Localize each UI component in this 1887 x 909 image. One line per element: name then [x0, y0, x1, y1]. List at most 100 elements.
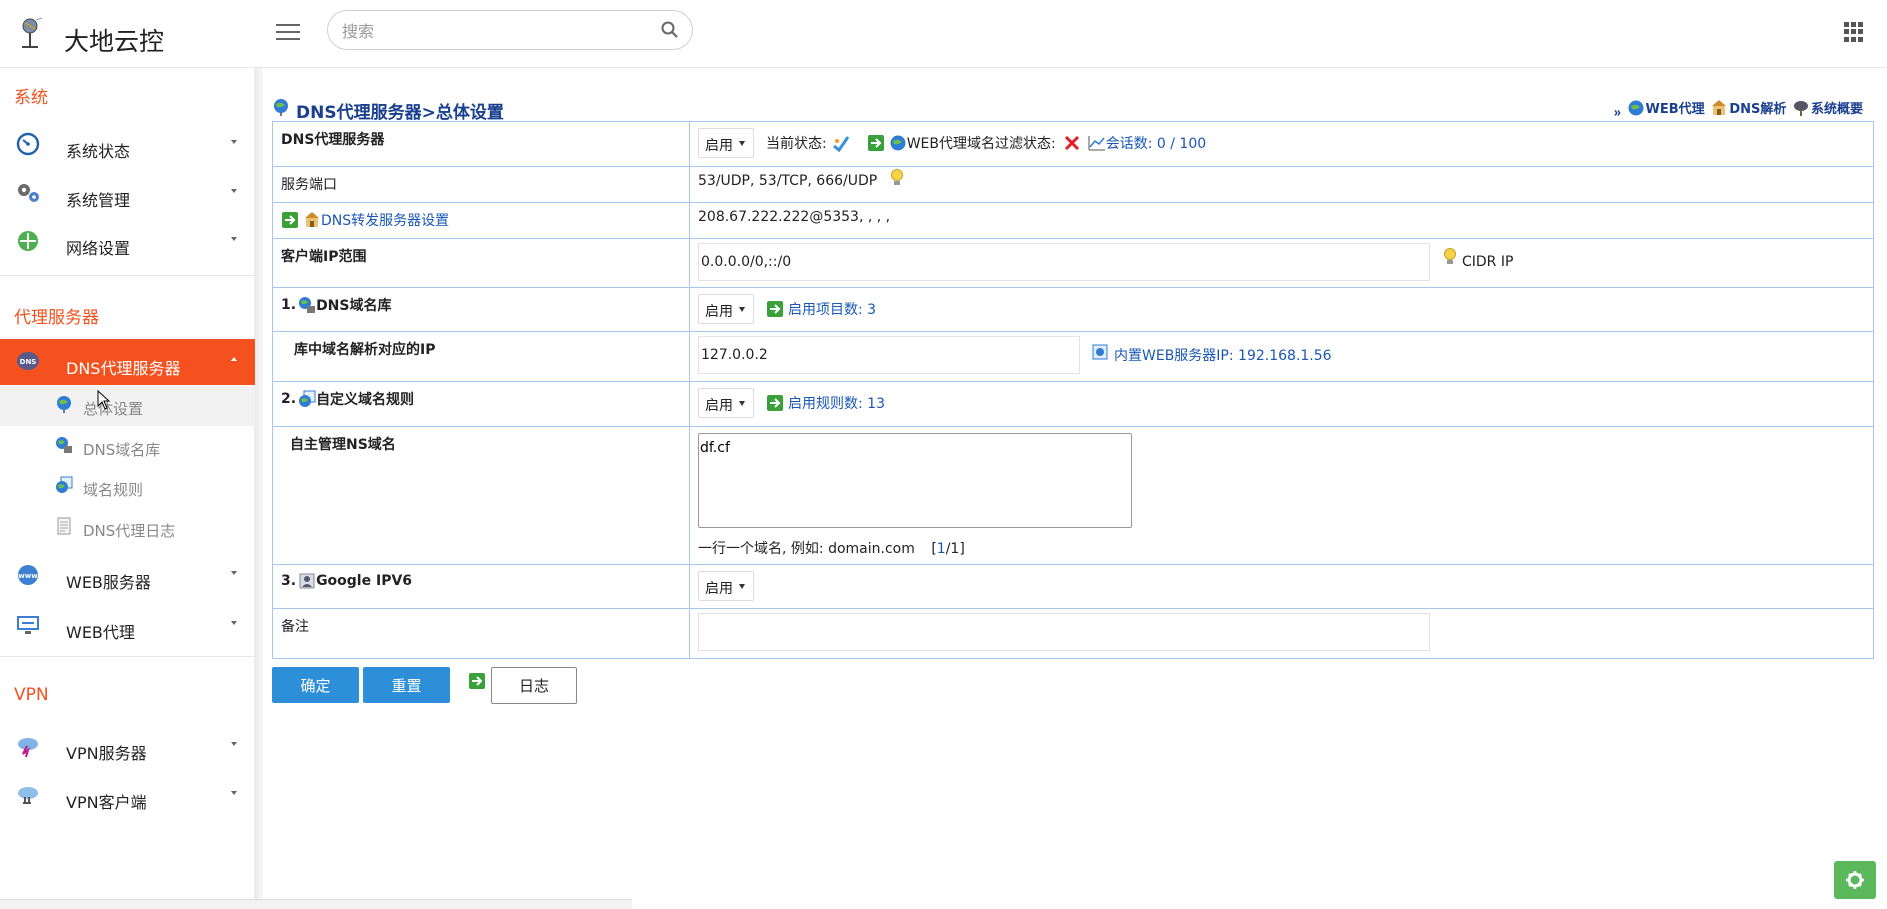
dropdown-arrow-icon: [739, 584, 745, 589]
mouse-cursor-icon: [97, 390, 111, 410]
sidebar-subitem-label: DNS域名库: [83, 441, 161, 459]
row-number: 2.: [281, 391, 297, 407]
dns-forward-value: 208.67.222.222@5353, , , ,: [689, 202, 1874, 239]
section-title-system: 系统: [14, 88, 48, 108]
builtin-web-server-ip-link[interactable]: 内置WEB服务器IP: 192.168.1.56: [1114, 345, 1332, 365]
row-number: 1.: [281, 297, 297, 313]
table-row: DNS转发服务器设置 208.67.222.222@5353, , , ,: [272, 202, 1874, 239]
running-status-icon: [832, 136, 849, 152]
sidebar-subitem-dns-log[interactable]: DNS代理日志: [0, 508, 255, 548]
dns-server-icon: [305, 212, 319, 227]
client-ip-range-input[interactable]: [698, 243, 1430, 281]
sessions-link[interactable]: 会话数: 0 / 100: [1106, 133, 1206, 153]
sidebar-item-vpn-server[interactable]: VPN服务器: [0, 724, 255, 770]
web-filter-status-label: WEB代理域名过滤状态:: [906, 136, 1056, 152]
table-row: 备注: [272, 608, 1874, 659]
search-input[interactable]: [342, 20, 642, 42]
monitor-icon: [17, 616, 39, 634]
log-button[interactable]: 日志: [491, 667, 577, 704]
quick-links: » WEB代理 DNS解析 系统概要: [1614, 98, 1863, 120]
disabled-x-icon: [1064, 135, 1079, 151]
enabled-items-link[interactable]: 启用项目数: 3: [788, 299, 876, 319]
go-arrow-icon[interactable]: [766, 300, 784, 318]
sidebar-item-web-server[interactable]: www WEB服务器: [0, 553, 255, 599]
sidebar-subitem-dns-library[interactable]: DNS域名库: [0, 427, 255, 467]
status-strip: [0, 899, 632, 909]
www-icon: www: [18, 565, 38, 585]
page-total: 1: [950, 541, 960, 557]
row-label: Google IPV6: [316, 573, 413, 589]
quick-link-system-overview[interactable]: 系统概要: [1792, 98, 1863, 117]
section-title-proxy: 代理服务器: [14, 308, 99, 328]
quick-link-label: DNS解析: [1729, 102, 1787, 117]
enabled-rules-link[interactable]: 启用规则数: 13: [788, 393, 885, 413]
quick-links-prefix: »: [1613, 104, 1621, 120]
remarks-input[interactable]: [698, 613, 1430, 651]
go-arrow-icon[interactable]: [468, 672, 486, 690]
ns-domains-textarea[interactable]: df.cf: [698, 433, 1132, 528]
web-server-icon: [1092, 344, 1108, 360]
search-box[interactable]: [327, 10, 693, 50]
custom-rules-enable-select[interactable]: 启用: [698, 388, 754, 418]
globe-server-icon: [299, 297, 316, 313]
sidebar-shadow: [255, 68, 263, 909]
rules-icon: [56, 476, 73, 493]
dns-forward-settings-link[interactable]: DNS转发服务器设置: [321, 210, 449, 230]
globe-server-icon: [56, 437, 72, 453]
reset-button[interactable]: 重置: [363, 667, 450, 703]
table-row: DNS代理服务器 启用 当前状态: WEB代理域名过滤状态: 会话数: 0 / …: [272, 121, 1874, 167]
lightbulb-icon: [891, 169, 904, 185]
quick-link-web-proxy[interactable]: WEB代理: [1627, 98, 1705, 117]
sidebar-divider: [0, 656, 255, 657]
sidebar-item-label: DNS代理服务器: [66, 359, 181, 378]
sidebar-item-dns-proxy[interactable]: DNS DNS代理服务器: [0, 339, 255, 385]
cloud-bolt-icon: [18, 738, 38, 758]
chevron-down-icon: [231, 791, 237, 795]
sidebar-subitem-domain-rules[interactable]: 域名规则: [0, 467, 255, 507]
google-ipv6-enable-select[interactable]: 启用: [698, 571, 754, 601]
sidebar-item-label: WEB代理: [66, 623, 135, 642]
google-user-icon: [299, 573, 315, 589]
sidebar-item-web-proxy[interactable]: WEB代理: [0, 603, 255, 649]
gears-icon: [18, 184, 39, 202]
tree-icon: [1793, 100, 1808, 116]
table-row: 服务端口 53/UDP, 53/TCP, 666/UDP: [272, 166, 1874, 203]
row-label: DNS代理服务器: [272, 121, 690, 167]
cidr-hint: CIDR IP: [1462, 254, 1514, 270]
sidebar-subitem-general-settings[interactable]: 总体设置: [0, 386, 255, 426]
go-arrow-icon[interactable]: [766, 394, 784, 412]
apps-grid-icon[interactable]: [1844, 22, 1864, 42]
confirm-button[interactable]: 确定: [272, 667, 359, 703]
library-resolve-ip-input[interactable]: [698, 336, 1080, 374]
sidebar-subitem-label: DNS代理日志: [83, 522, 176, 540]
menu-toggle-icon[interactable]: [276, 24, 300, 42]
row-label: 服务端口: [272, 166, 690, 203]
top-bar: 大地云控: [0, 0, 1887, 68]
sidebar-item-system-status[interactable]: 系统状态: [0, 122, 255, 168]
chevron-down-icon: [231, 189, 237, 193]
row-label: DNS域名库: [316, 298, 392, 314]
row-label: 自主管理NS域名: [272, 426, 690, 565]
dns-library-enable-select[interactable]: 启用: [698, 294, 754, 324]
globe-icon: [274, 99, 288, 116]
sidebar-item-label: 网络设置: [66, 239, 131, 258]
dropdown-arrow-icon: [739, 307, 745, 312]
settings-fab[interactable]: [1834, 861, 1876, 899]
sidebar-item-network-settings[interactable]: 网络设置: [0, 219, 255, 265]
sidebar-item-vpn-client[interactable]: VPN客户端: [0, 773, 255, 819]
svg-text:DNS: DNS: [20, 358, 37, 366]
go-arrow-icon[interactable]: [867, 134, 885, 152]
chevron-up-icon: [231, 357, 237, 361]
table-row: 库中域名解析对应的IP 内置WEB服务器IP: 192.168.1.56: [272, 331, 1874, 382]
search-icon[interactable]: [660, 20, 680, 40]
dns-proxy-enable-select[interactable]: 启用: [698, 128, 754, 158]
quick-link-dns-resolve[interactable]: DNS解析: [1710, 98, 1786, 117]
page-current[interactable]: 1: [937, 541, 946, 557]
sidebar-subitem-label: 域名规则: [83, 481, 144, 499]
svg-text:www: www: [18, 572, 38, 580]
go-arrow-icon[interactable]: [281, 211, 299, 229]
section-title-vpn: VPN: [14, 685, 49, 705]
sidebar-item-system-management[interactable]: 系统管理: [0, 171, 255, 217]
cloud-plug-icon: [18, 787, 38, 804]
logo-icon: [22, 17, 43, 48]
